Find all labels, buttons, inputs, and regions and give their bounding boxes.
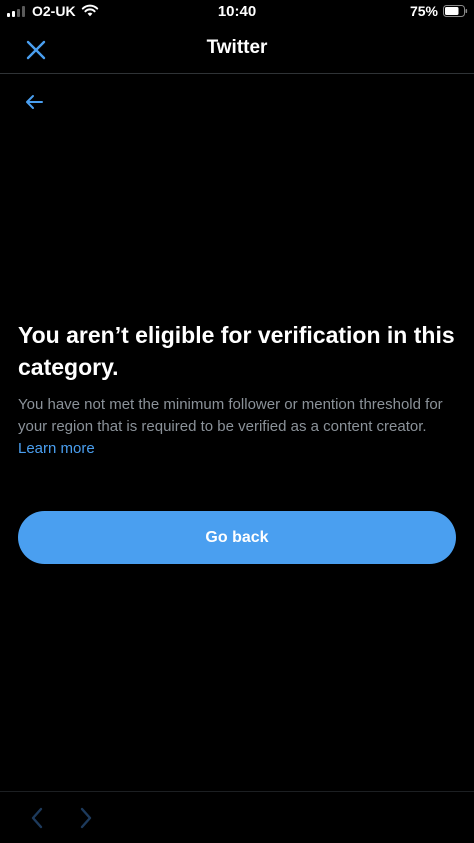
status-bar: O2-UK 10:40 75% <box>0 0 474 24</box>
nav-header: Twitter <box>0 24 474 74</box>
battery-percent: 75% <box>409 3 438 19</box>
heading: You aren’t eligible for verification in … <box>18 322 455 380</box>
arrow-left-icon <box>26 95 43 109</box>
chevron-right-icon <box>80 807 92 829</box>
description: You have not met the minimum follower or… <box>18 394 458 460</box>
clock: 10:40 <box>217 3 257 20</box>
browser-back-button[interactable] <box>25 806 49 830</box>
description-text: You have not met the minimum follower or… <box>18 396 443 435</box>
browser-toolbar <box>0 791 474 843</box>
browser-forward-button[interactable] <box>74 806 98 830</box>
go-back-button[interactable]: Go back <box>18 511 456 564</box>
chevron-left-icon <box>31 807 43 829</box>
battery-icon <box>443 5 468 17</box>
back-button[interactable] <box>20 88 48 116</box>
page-title: Twitter <box>206 37 268 58</box>
learn-more-link[interactable]: Learn more <box>18 440 95 457</box>
eligibility-message: You aren’t eligible for verification in … <box>18 319 458 460</box>
